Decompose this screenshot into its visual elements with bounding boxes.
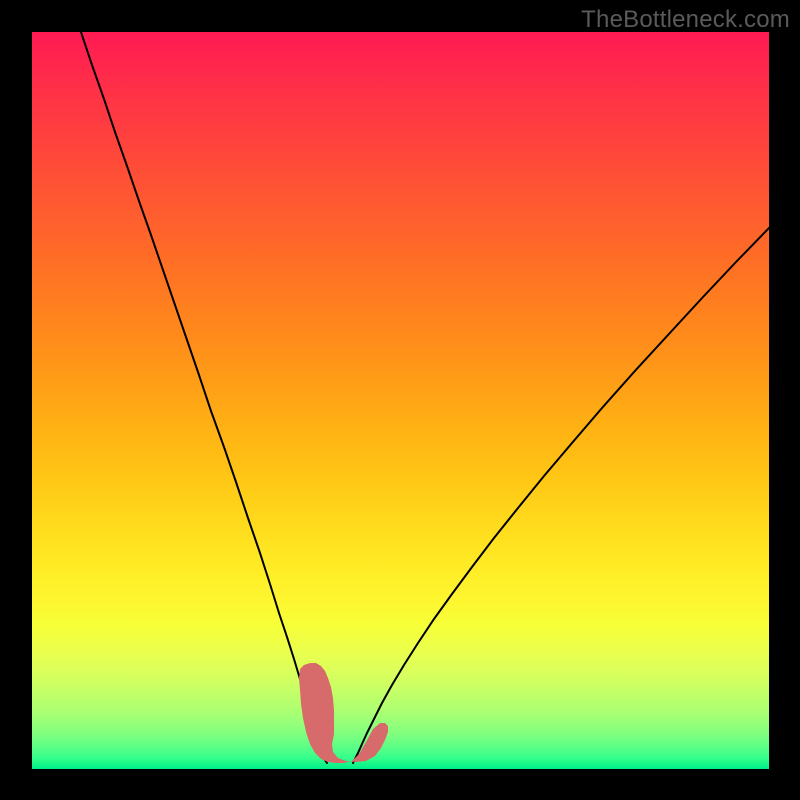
watermark-text: TheBottleneck.com	[581, 6, 790, 34]
chart-svg	[32, 32, 769, 769]
chart-frame: TheBottleneck.com	[0, 0, 800, 800]
right-curve	[353, 228, 769, 763]
bottom-marker-blob	[299, 663, 388, 763]
plot-area	[32, 32, 769, 769]
left-curve	[81, 32, 327, 763]
